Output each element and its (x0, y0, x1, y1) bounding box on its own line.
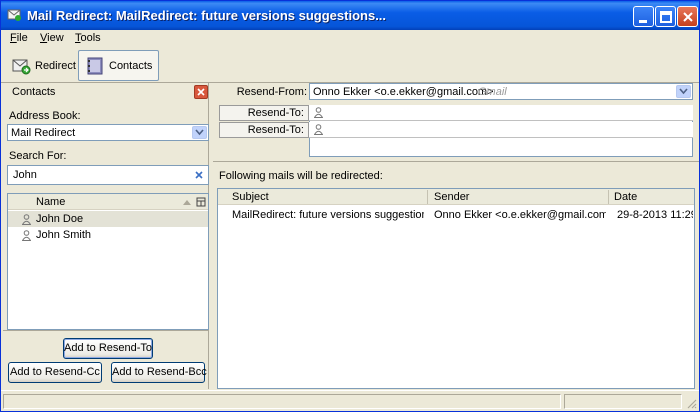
dropdown-button[interactable] (192, 126, 207, 139)
divider (3, 330, 209, 331)
clear-search-icon[interactable] (194, 170, 204, 180)
resend-from-select[interactable]: Onno Ekker <o.e.ekker@gmail.com> Gmail (309, 83, 693, 100)
mail-date: 29-8-2013 11:29 (617, 209, 693, 221)
contacts-list: Name John Doe John Smith (7, 193, 209, 330)
following-mails-label: Following mails will be redirected: (219, 170, 383, 182)
resend-from-value: Onno Ekker <o.e.ekker@gmail.com> (313, 86, 494, 98)
add-to-resend-cc-label: Add to Resend-Cc (10, 366, 100, 378)
menu-bar: File View Tools (1, 30, 699, 49)
resend-to-field-2[interactable] (309, 122, 693, 138)
contacts-button-label: Contacts (109, 59, 153, 72)
menu-file-mnemonic: F (10, 32, 17, 44)
person-icon (314, 107, 323, 118)
contact-name: John Smith (36, 229, 92, 241)
search-input[interactable]: John (7, 165, 209, 185)
address-book-select[interactable]: Mail Redirect (7, 124, 209, 141)
redirect-icon (12, 59, 31, 74)
mail-table-header: Subject Sender Date (218, 189, 694, 205)
window-title: Mail Redirect: MailRedirect: future vers… (27, 8, 387, 23)
menu-tools[interactable]: Tools (75, 32, 101, 44)
chevron-down-icon (195, 129, 204, 136)
mail-table: Subject Sender Date MailRedirect: future… (217, 188, 695, 389)
menu-file[interactable]: File (10, 32, 28, 44)
resend-to-label: Resend-To: (247, 107, 304, 119)
add-to-resend-bcc-button[interactable]: Add to Resend-Bcc (111, 362, 207, 383)
resend-from-account: Gmail (478, 86, 507, 98)
sort-up-icon (183, 200, 191, 205)
person-icon (22, 230, 31, 241)
mail-subject: MailRedirect: future versions suggestion… (232, 209, 424, 221)
mail-sender: Onno Ekker <o.e.ekker@gmail.com> (434, 209, 606, 221)
address-book-label: Address Book: (9, 110, 81, 122)
close-icon (683, 12, 693, 22)
mail-app-icon (7, 9, 21, 21)
maximize-button[interactable] (655, 6, 676, 27)
add-to-resend-cc-button[interactable]: Add to Resend-Cc (8, 362, 102, 383)
minimize-icon (639, 20, 647, 23)
contact-name: John Doe (36, 213, 84, 225)
menu-view[interactable]: View (40, 32, 64, 44)
resend-from-label: Resend-From: (236, 86, 307, 98)
menu-file-label: ile (16, 32, 28, 44)
table-row[interactable]: MailRedirect: future versions suggestion… (218, 206, 694, 223)
column-subject[interactable]: Subject (232, 191, 269, 203)
address-book-icon (87, 57, 103, 74)
app-window: Mail Redirect: MailRedirect: future vers… (0, 0, 700, 412)
column-separator[interactable] (608, 190, 609, 204)
add-to-resend-bcc-label: Add to Resend-Bcc (112, 366, 207, 378)
redirect-button[interactable]: Redirect (5, 50, 82, 81)
resend-to-type-2[interactable]: Resend-To: (219, 122, 309, 138)
address-book-value: Mail Redirect (11, 127, 76, 139)
column-date[interactable]: Date (614, 191, 637, 203)
status-pane-main (3, 394, 561, 409)
contacts-sidebar: Contacts Address Book: Mail Redirect Sea… (3, 83, 209, 389)
contacts-button[interactable]: Contacts (78, 50, 160, 81)
status-bar (1, 390, 699, 411)
redirect-pane: Resend-From: Onno Ekker <o.e.ekker@gmail… (213, 83, 699, 389)
column-separator[interactable] (427, 190, 428, 204)
person-icon (314, 124, 323, 135)
minimize-button[interactable] (633, 6, 654, 27)
redirect-button-label: Redirect (35, 59, 76, 72)
resend-to-field-1[interactable] (309, 105, 693, 121)
list-item[interactable]: John Doe (8, 211, 208, 227)
person-icon (22, 214, 31, 225)
pane-splitter[interactable] (213, 161, 699, 163)
close-sidebar-button[interactable] (194, 85, 208, 99)
close-icon (197, 88, 205, 96)
contacts-sidebar-header: Contacts (3, 83, 209, 102)
dropdown-button[interactable] (676, 85, 691, 98)
column-sender[interactable]: Sender (434, 191, 469, 203)
maximize-icon (660, 11, 672, 23)
contacts-list-header: Name (8, 194, 208, 210)
contacts-sidebar-title: Contacts (12, 86, 56, 98)
title-bar[interactable]: Mail Redirect: MailRedirect: future vers… (1, 1, 699, 30)
search-label: Search For: (9, 150, 67, 162)
close-window-button[interactable] (677, 6, 698, 27)
status-pane-secondary (564, 394, 682, 409)
column-name[interactable]: Name (36, 196, 65, 208)
search-value: John (13, 169, 37, 181)
resend-to-label: Resend-To: (247, 124, 304, 136)
column-picker-icon[interactable] (196, 197, 206, 207)
add-to-resend-to-button[interactable]: Add to Resend-To (63, 338, 153, 359)
chevron-down-icon (679, 88, 688, 95)
menu-view-label: iew (47, 32, 64, 44)
menu-tools-label: ools (80, 32, 101, 44)
add-to-resend-to-label: Add to Resend-To (64, 342, 153, 354)
resend-to-type-1[interactable]: Resend-To: (219, 105, 309, 121)
list-item[interactable]: John Smith (8, 227, 208, 243)
toolbar: Redirect Contacts (1, 49, 699, 83)
resize-grip-icon[interactable] (685, 397, 697, 409)
